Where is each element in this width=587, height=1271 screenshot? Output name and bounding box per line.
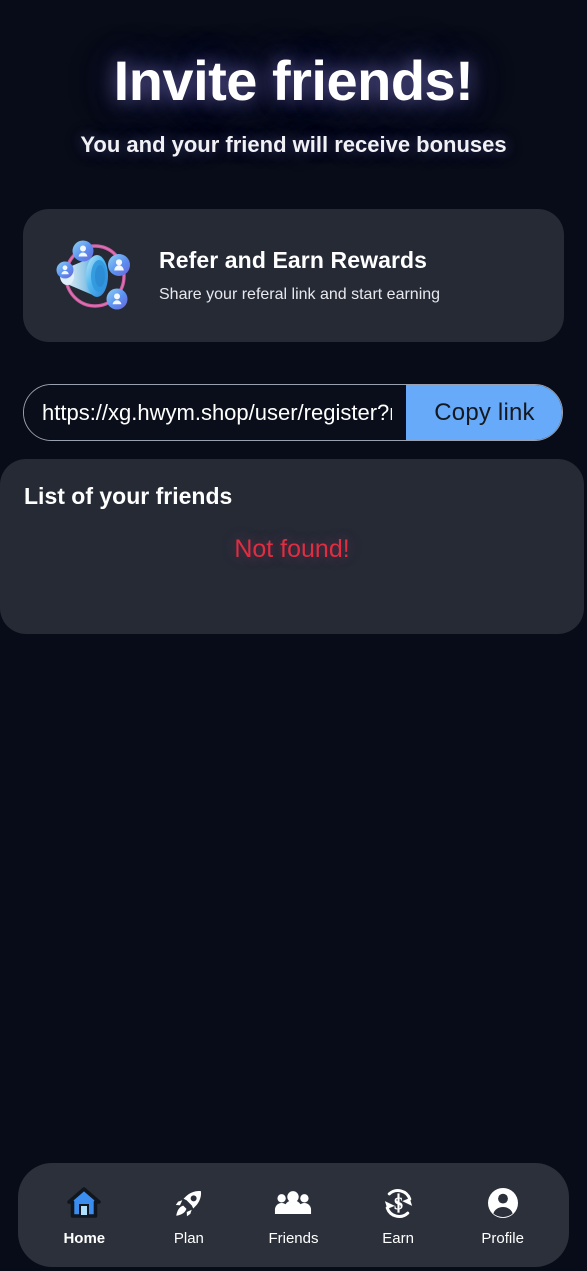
- refer-card-subtitle: Share your referal link and start earnin…: [159, 286, 441, 303]
- currency-exchange-icon: S: [382, 1183, 415, 1223]
- person-icon: [487, 1183, 519, 1223]
- nav-label-earn: Earn: [382, 1230, 414, 1247]
- referral-link-input[interactable]: [24, 385, 406, 440]
- rocket-icon: [173, 1183, 204, 1223]
- copy-link-button[interactable]: Copy link: [406, 385, 562, 440]
- nav-item-profile[interactable]: Profile: [457, 1183, 549, 1247]
- refer-and-earn-card[interactable]: Refer and Earn Rewards Share your refera…: [23, 209, 564, 342]
- nav-item-home[interactable]: Home: [38, 1183, 130, 1247]
- megaphone-network-icon: [53, 234, 137, 318]
- home-icon: [67, 1183, 102, 1223]
- invite-friends-screen: Invite friends! You and your friend will…: [0, 0, 587, 1271]
- page-title: Invite friends!: [113, 49, 474, 112]
- page-header: Invite friends! You and your friend will…: [0, 0, 587, 158]
- friends-list-title: List of your friends: [24, 483, 233, 509]
- page-subtitle: You and your friend will receive bonuses: [80, 131, 507, 157]
- refer-card-texts: Refer and Earn Rewards Share your refera…: [159, 247, 440, 304]
- nav-label-home: Home: [63, 1230, 106, 1247]
- friends-list-empty-message: Not found!: [234, 535, 350, 563]
- friends-list-card: List of your friends Not found!: [0, 459, 584, 634]
- nav-item-plan[interactable]: Plan: [143, 1183, 235, 1247]
- nav-label-plan: Plan: [173, 1230, 204, 1247]
- refer-card-title: Refer and Earn Rewards: [159, 247, 428, 273]
- referral-link-row: Copy link: [23, 384, 563, 441]
- nav-item-earn[interactable]: S Earn: [352, 1183, 444, 1247]
- bottom-navigation-bar: Home Plan Friends Earn Profile: [18, 1163, 569, 1267]
- people-icon: [274, 1183, 312, 1223]
- nav-item-friends[interactable]: Friends: [247, 1183, 339, 1247]
- nav-label-profile: Profile: [481, 1230, 524, 1247]
- nav-label-friends: Friends: [268, 1230, 319, 1247]
